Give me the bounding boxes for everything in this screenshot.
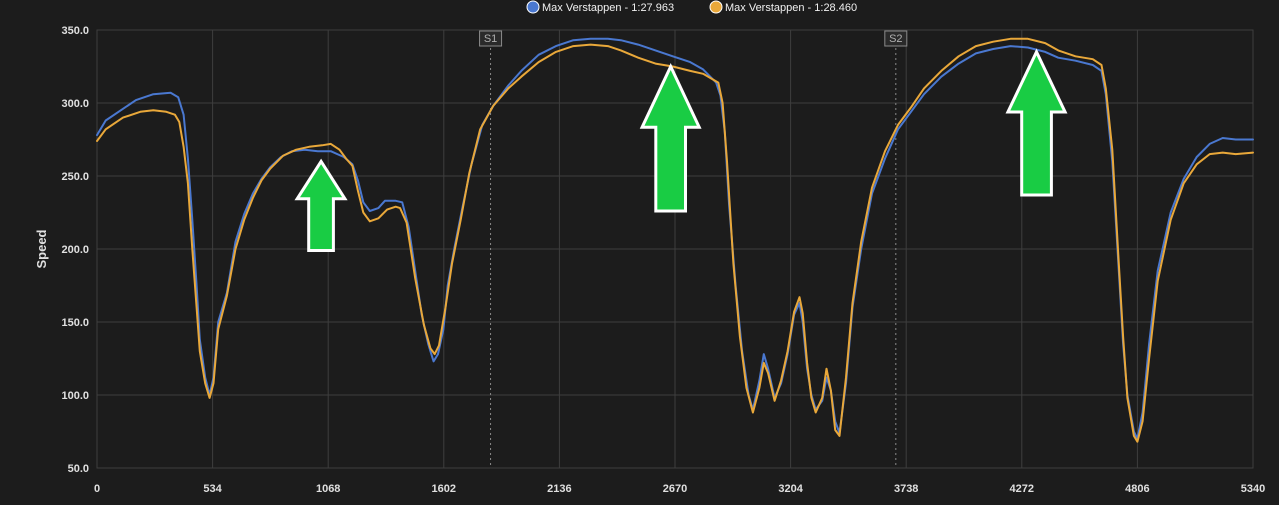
y-tick-label: 50.0 bbox=[68, 463, 89, 475]
sector-label-s1: S1 bbox=[484, 33, 497, 45]
up-arrow-annotation-2 bbox=[639, 62, 702, 213]
x-tick-label: 4272 bbox=[1010, 483, 1034, 495]
legend-label-2: Max Verstappen - 1:28.460 bbox=[725, 2, 857, 14]
legend-label-1: Max Verstappen - 1:27.963 bbox=[542, 2, 674, 14]
y-tick-label: 250.0 bbox=[61, 171, 89, 183]
x-tick-label: 1068 bbox=[316, 483, 340, 495]
y-tick-label: 200.0 bbox=[61, 244, 89, 256]
speed-chart: S1 S2 350.0 300.0 250.0 200.0 150.0 100.0 50.0 0… bbox=[0, 0, 1279, 500]
speed-chart-svg: S1 S2 350.0 300.0 250.0 200.0 150.0 100.0 50.0 0… bbox=[34, 0, 1265, 495]
y-tick-label: 350.0 bbox=[61, 25, 89, 37]
x-tick-label: 3738 bbox=[894, 483, 918, 495]
y-tick-label: 150.0 bbox=[61, 317, 89, 329]
legend-marker-2 bbox=[709, 0, 723, 14]
y-tick-label: 300.0 bbox=[61, 98, 89, 110]
y-axis-label: Speed bbox=[34, 229, 49, 268]
x-tick-label: 2670 bbox=[663, 483, 687, 495]
legend-marker-1 bbox=[526, 0, 540, 14]
up-arrow-annotation-1 bbox=[294, 158, 348, 252]
x-tick-label: 2136 bbox=[547, 483, 571, 495]
x-tick-label: 0 bbox=[94, 483, 100, 495]
x-tick-label: 534 bbox=[203, 483, 222, 495]
up-arrow-annotation-3 bbox=[1005, 48, 1068, 197]
annotations bbox=[294, 48, 1068, 252]
axes: 350.0 300.0 250.0 200.0 150.0 100.0 50.0 0 534 10… bbox=[34, 25, 1265, 495]
x-tick-label: 3204 bbox=[778, 483, 803, 495]
legend: Max Verstappen - 1:27.963 Max Verstappen … bbox=[526, 0, 857, 14]
x-tick-label: 1602 bbox=[432, 483, 456, 495]
y-tick-label: 100.0 bbox=[61, 390, 89, 402]
x-tick-label: 5340 bbox=[1241, 483, 1265, 495]
sector-label-s2: S2 bbox=[889, 33, 902, 45]
x-tick-label: 4806 bbox=[1125, 483, 1149, 495]
